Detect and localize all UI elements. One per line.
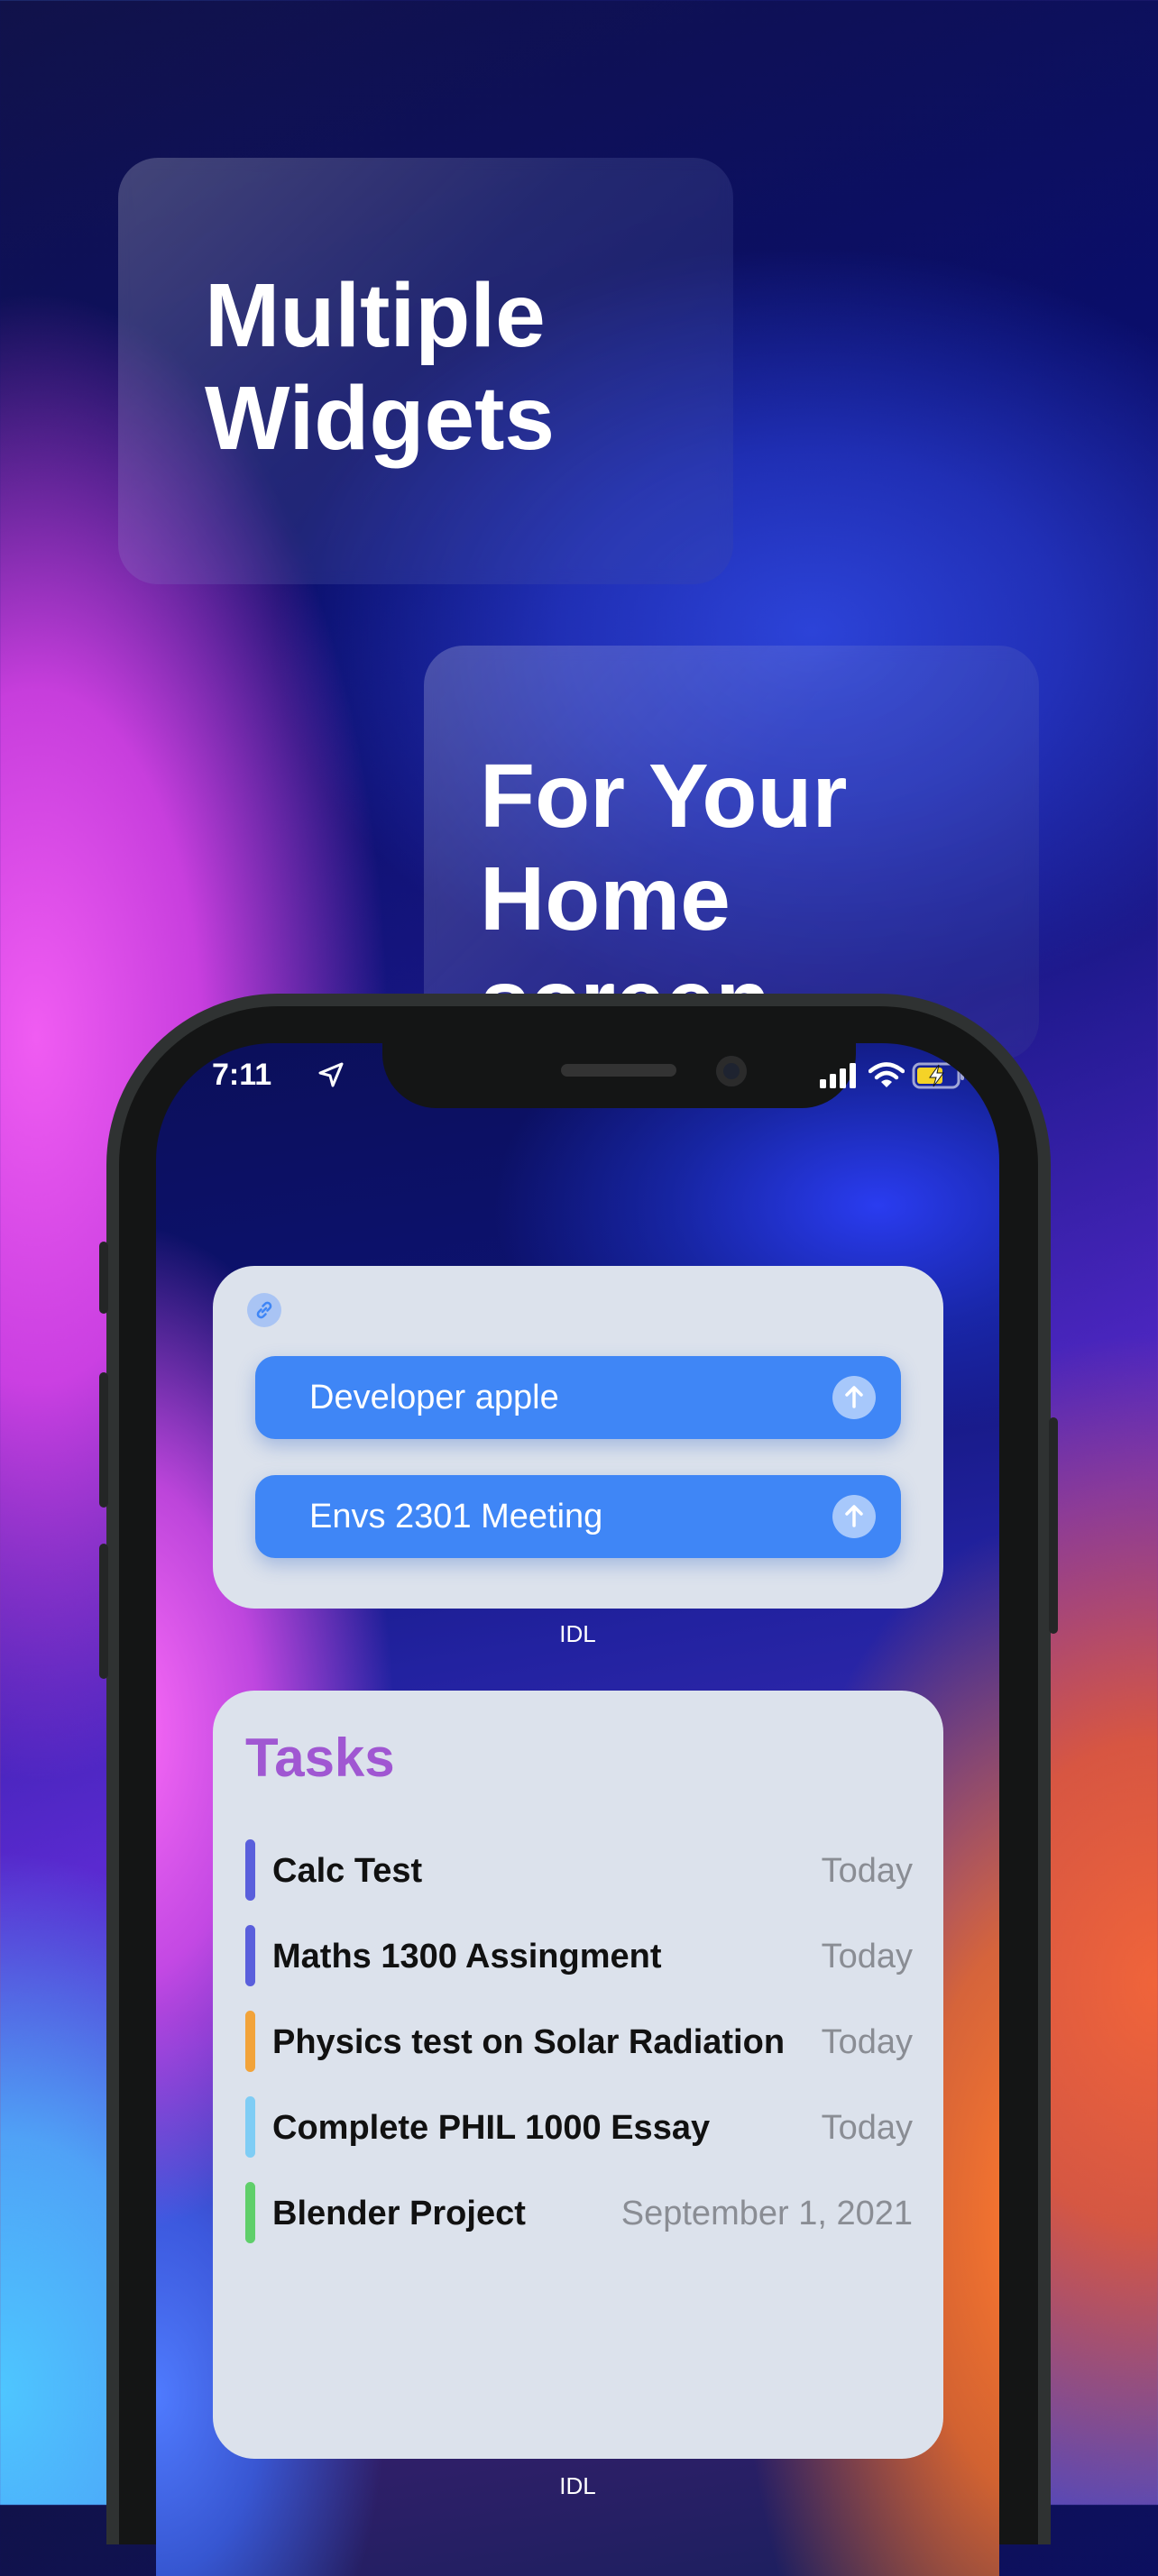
task-date: September 1, 2021	[620, 2195, 913, 2232]
promo-title-1: Multiple Widgets	[205, 264, 555, 470]
phone-power-button	[1049, 1417, 1058, 1634]
task-name: Complete PHIL 1000 Essay	[272, 2109, 711, 2147]
task-color-bar	[245, 1925, 255, 1986]
tasks-widget[interactable]: Tasks Calc Test Today Maths 1300 Assingmen…	[213, 1691, 943, 2459]
task-color-bar	[245, 2011, 255, 2072]
link-button-label: Developer apple	[309, 1379, 559, 1416]
phone-volume-down-button	[99, 1544, 108, 1679]
task-row[interactable]: Maths 1300 Assingment Today	[245, 1925, 913, 1986]
widget-caption-tasks: IDL	[559, 2472, 596, 2499]
front-camera	[716, 1056, 747, 1086]
link-icon	[247, 1293, 281, 1327]
task-date: Today	[821, 1852, 913, 1890]
task-name: Blender Project	[272, 2195, 526, 2232]
link-button-label: Envs 2301 Meeting	[309, 1498, 603, 1536]
link-button-developer-apple[interactable]: Developer apple	[255, 1356, 901, 1439]
task-date: Today	[821, 1938, 913, 1976]
arrow-up-icon	[832, 1376, 876, 1419]
promo-title-1-line-2: Widgets	[205, 368, 555, 469]
promo-title-2-line-1: For Your	[480, 746, 848, 847]
wifi-icon	[868, 1062, 905, 1087]
task-name: Maths 1300 Assingment	[272, 1938, 662, 1976]
task-date: Today	[821, 2023, 913, 2061]
task-row[interactable]: Calc Test Today	[245, 1839, 913, 1901]
promo-title-1-line-1: Multiple	[205, 265, 546, 366]
status-time: 7:11	[212, 1058, 272, 1092]
cellular-signal-icon	[820, 1063, 856, 1088]
link-button-envs-meeting[interactable]: Envs 2301 Meeting	[255, 1475, 901, 1558]
task-color-bar	[245, 2096, 255, 2158]
phone-action-button	[99, 1242, 108, 1314]
notch	[382, 1043, 856, 1108]
battery-charging-icon	[912, 1062, 964, 1089]
task-name: Calc Test	[272, 1852, 423, 1890]
phone-frame: 7:11 Developer apple Envs 2301 Meeting I…	[99, 994, 1058, 2576]
task-color-bar	[245, 1839, 255, 1901]
phone-volume-up-button	[99, 1372, 108, 1508]
task-color-bar	[245, 2182, 255, 2243]
widget-caption-links: IDL	[559, 1620, 596, 1647]
task-row[interactable]: Physics test on Solar Radiation Today	[245, 2011, 913, 2072]
task-row[interactable]: Complete PHIL 1000 Essay Today	[245, 2096, 913, 2158]
task-name: Physics test on Solar Radiation	[272, 2023, 786, 2061]
home-screen: 7:11 Developer apple Envs 2301 Meeting I…	[156, 1043, 999, 2576]
links-widget[interactable]: Developer apple Envs 2301 Meeting	[213, 1266, 943, 1609]
task-date: Today	[821, 2109, 913, 2147]
arrow-up-icon	[832, 1495, 876, 1538]
location-arrow-icon	[318, 1062, 344, 1087]
task-row[interactable]: Blender Project September 1, 2021	[245, 2182, 913, 2243]
promo-card-multiple-widgets: Multiple Widgets	[118, 158, 733, 584]
speaker	[561, 1064, 676, 1077]
tasks-title: Tasks	[245, 1728, 395, 1788]
